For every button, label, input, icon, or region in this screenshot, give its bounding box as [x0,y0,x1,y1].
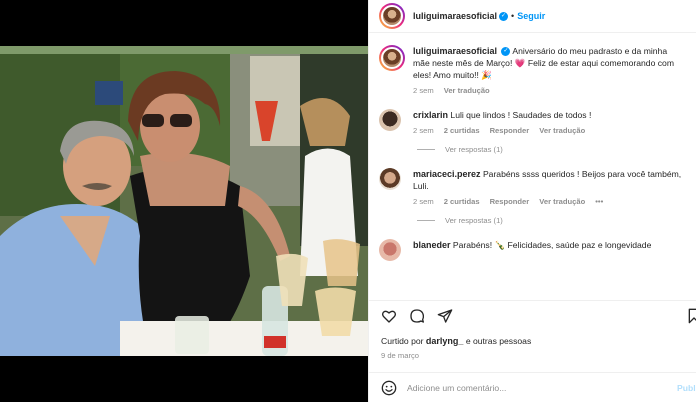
verified-badge-icon: ✓ [501,47,511,57]
view-replies-button[interactable]: Ver respostas (1) [417,216,696,225]
emoji-icon[interactable] [381,380,397,396]
comment-time[interactable]: 2 sem [413,125,434,137]
view-replies-label: Ver respostas (1) [445,145,503,154]
comment-item: blaneder Parabéns! 🍾 Felicidades, saúde … [369,225,696,261]
post-media-panel [0,0,368,402]
liked-by-user[interactable]: darlyng_ [426,336,464,346]
view-replies-label: Ver respostas (1) [445,216,503,225]
comment-username[interactable]: mariaceci.perez [413,169,481,179]
verified-badge-icon: ✓ [499,11,509,21]
comment-text: Parabéns! 🍾 Felicidades, saúde paz e lon… [452,240,652,250]
caption-author-avatar[interactable] [379,45,405,71]
liked-by-text: Curtido por darlyng_ e outras pessoas [381,336,531,346]
post-date[interactable]: 9 de março [381,351,419,360]
comment-likes[interactable]: 2 curtidas [444,125,480,137]
comment-input[interactable]: Adicione um comentário... [407,383,506,393]
publish-button[interactable]: Publi [677,383,696,393]
post-actions-bar [369,300,696,330]
liked-by-prefix: Curtido por [381,336,424,346]
comment-item: crixlarin Luli que lindos ! Saudades de … [369,97,696,137]
replies-line [417,220,435,221]
comment-more-options-icon[interactable]: ••• [595,196,603,208]
caption-see-translation[interactable]: Ver tradução [444,85,490,97]
comment-username[interactable]: blaneder [413,240,451,250]
post-details-panel: luliguimaraesoficial ✓ • Seguir luliguim… [368,0,696,402]
comment-see-translation[interactable]: Ver tradução [539,196,585,208]
comment-username[interactable]: crixlarin [413,110,448,120]
comment-icon[interactable] [409,308,425,324]
separator-dot: • [511,11,515,21]
heart-icon[interactable] [381,308,397,324]
commenter-avatar[interactable] [379,168,401,190]
post-header: luliguimaraesoficial ✓ • Seguir [369,0,696,33]
post-photo[interactable] [0,46,368,356]
caption-time[interactable]: 2 sem [413,85,434,97]
post-photo-illustration [0,46,368,356]
commenter-avatar[interactable] [379,239,401,261]
view-replies-button[interactable]: Ver respostas (1) [417,145,696,154]
caption-author-username[interactable]: luliguimaraesoficial [413,46,497,56]
comment-see-translation[interactable]: Ver tradução [539,125,585,137]
post-caption: luliguimaraesoficial ✓ Aniversário do me… [369,34,696,97]
author-username[interactable]: luliguimaraesoficial [413,11,497,21]
comment-item: mariaceci.perez Parabéns ssss queridos !… [369,154,696,208]
comment-reply-button[interactable]: Responder [490,196,530,208]
follow-button[interactable]: Seguir [517,11,545,21]
commenter-avatar[interactable] [379,109,401,131]
comments-list[interactable]: luliguimaraesoficial ✓ Aniversário do me… [369,34,696,296]
comment-time[interactable]: 2 sem [413,196,434,208]
add-comment-bar: Adicione um comentário... Publi [369,372,696,402]
liked-by-suffix[interactable]: e outras pessoas [466,336,531,346]
send-icon[interactable] [437,308,453,324]
replies-line [417,149,435,150]
comment-text: Luli que lindos ! Saudades de todos ! [450,110,592,120]
comment-reply-button[interactable]: Responder [490,125,530,137]
bookmark-icon[interactable] [686,308,696,324]
author-avatar[interactable] [379,3,405,29]
comment-likes[interactable]: 2 curtidas [444,196,480,208]
